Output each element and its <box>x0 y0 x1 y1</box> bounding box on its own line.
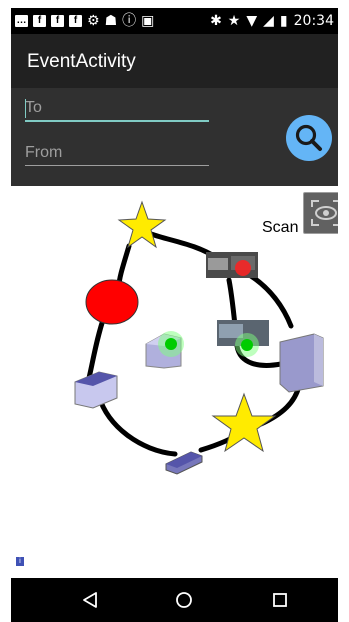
status-clock: 20:34 <box>293 13 334 29</box>
photo-marker[interactable] <box>206 252 258 278</box>
right-gutter <box>338 0 349 622</box>
scan-label: Scan <box>262 219 299 236</box>
search-icon <box>295 124 322 151</box>
text-cursor <box>25 99 26 118</box>
no-signal-icon: ◢ <box>263 13 274 29</box>
navigation-bar <box>11 578 338 622</box>
map-canvas[interactable] <box>11 186 338 578</box>
message-icon: … <box>15 15 28 27</box>
green-dot-marker <box>241 339 253 351</box>
star-icon: ★ <box>227 13 241 29</box>
settings-icon: ⚙ <box>87 13 100 29</box>
photo-marker[interactable] <box>217 320 269 357</box>
info-icon: ⓘ <box>122 13 137 29</box>
box-marker[interactable] <box>279 333 324 393</box>
android-icon: ☗ <box>104 13 118 29</box>
red-circle-marker[interactable] <box>85 279 139 325</box>
facebook-icon: f <box>33 15 46 27</box>
from-field[interactable] <box>25 140 209 165</box>
to-field-container <box>25 96 209 122</box>
facebook-icon: f <box>69 15 82 27</box>
red-pulse-marker <box>235 260 251 276</box>
recents-button[interactable] <box>267 588 293 612</box>
cube-marker[interactable] <box>145 331 184 369</box>
route-segment <box>116 243 132 289</box>
route-segment <box>96 393 178 457</box>
back-icon <box>83 592 97 608</box>
bluetooth-icon: ✱ <box>210 13 222 29</box>
box-marker[interactable] <box>74 371 118 409</box>
recents-icon <box>273 593 287 607</box>
battery-charging-icon: ▮ <box>279 13 288 29</box>
home-button[interactable] <box>171 588 197 612</box>
map-info-badge[interactable]: i <box>16 557 24 566</box>
wifi-icon: ▼ <box>246 13 258 29</box>
to-field[interactable] <box>25 96 209 120</box>
home-icon <box>176 592 192 608</box>
search-button[interactable] <box>286 115 332 161</box>
green-dot-marker <box>165 338 177 350</box>
route-segment <box>248 273 294 329</box>
back-button[interactable] <box>77 588 103 612</box>
app-bar: EventActivity <box>11 34 338 88</box>
facebook-icon: f <box>51 15 64 27</box>
route-input-panel <box>11 88 338 186</box>
status-bar: … f f f ⚙ ☗ ⓘ ▣ ✱ ★ ▼ ◢ ▮ 20:34 <box>11 8 338 34</box>
star-marker[interactable] <box>117 200 167 249</box>
route-segment <box>86 311 108 381</box>
left-gutter <box>0 0 11 622</box>
from-field-container <box>25 140 209 166</box>
image-icon: ▣ <box>141 13 155 29</box>
app-title: EventActivity <box>27 51 136 72</box>
